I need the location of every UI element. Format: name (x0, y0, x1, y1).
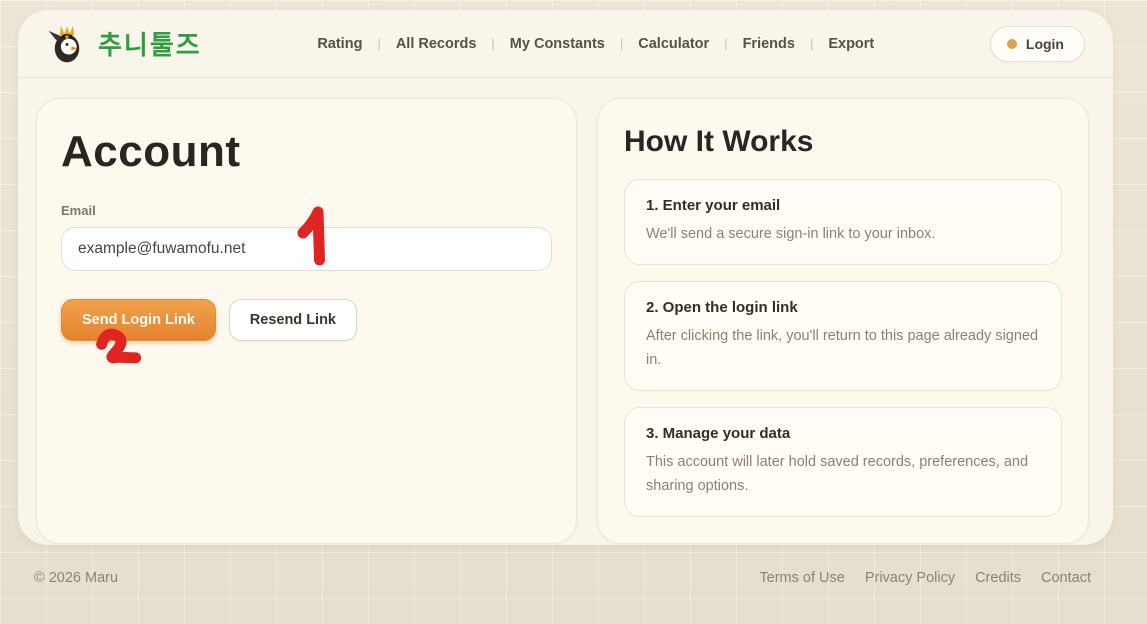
copyright-text: © 2026 Maru (34, 570, 118, 586)
nav-item-my-constants[interactable]: My Constants (510, 36, 605, 52)
nav-item-export[interactable]: Export (828, 36, 874, 52)
nav-separator: | (605, 36, 638, 51)
step-description: We'll send a secure sign-in link to your… (646, 223, 1040, 247)
step-description: After clicking the link, you'll return t… (646, 325, 1040, 373)
footer-link-privacy[interactable]: Privacy Policy (865, 570, 955, 586)
penguin-crown-logo-icon (46, 23, 88, 65)
footer-links: Terms of Use Privacy Policy Credits Cont… (759, 570, 1091, 586)
brand-name: 추니툴즈 (98, 25, 202, 62)
resend-link-button[interactable]: Resend Link (229, 299, 357, 341)
step-description: This account will later hold saved recor… (646, 451, 1040, 499)
status-dot-icon (1007, 39, 1017, 49)
footer-link-contact[interactable]: Contact (1041, 570, 1091, 586)
step-box-3: 3. Manage your data This account will la… (624, 407, 1062, 517)
step-title: 2. Open the login link (646, 299, 1040, 316)
main-panel: 추니툴즈 Rating | All Records | My Constants… (18, 10, 1113, 545)
nav-item-friends[interactable]: Friends (743, 36, 795, 52)
footer-link-terms[interactable]: Terms of Use (759, 570, 844, 586)
nav-separator: | (709, 36, 742, 51)
how-it-works-card: How It Works 1. Enter your email We'll s… (597, 98, 1089, 544)
login-button[interactable]: Login (990, 26, 1085, 62)
account-actions: Send Login Link Resend Link (61, 299, 552, 341)
email-label: Email (61, 203, 552, 218)
step-title: 3. Manage your data (646, 425, 1040, 442)
nav-separator: | (795, 36, 828, 51)
main-nav: Rating | All Records | My Constants | Ca… (202, 36, 990, 52)
header: 추니툴즈 Rating | All Records | My Constants… (18, 10, 1113, 78)
email-input[interactable] (61, 227, 552, 271)
nav-separator: | (362, 36, 395, 51)
step-box-2: 2. Open the login link After clicking th… (624, 281, 1062, 391)
footer: © 2026 Maru Terms of Use Privacy Policy … (34, 570, 1091, 586)
how-it-works-title: How It Works (624, 125, 1062, 159)
nav-item-all-records[interactable]: All Records (396, 36, 477, 52)
send-login-link-button[interactable]: Send Login Link (61, 299, 216, 341)
account-title: Account (61, 127, 552, 177)
content-area: Account Email Send Login Link Resend Lin… (18, 78, 1113, 568)
footer-link-credits[interactable]: Credits (975, 570, 1021, 586)
step-box-1: 1. Enter your email We'll send a secure … (624, 179, 1062, 265)
nav-item-rating[interactable]: Rating (317, 36, 362, 52)
brand-logo-home-link[interactable]: 추니툴즈 (46, 23, 202, 65)
account-card: Account Email Send Login Link Resend Lin… (36, 98, 577, 544)
nav-item-calculator[interactable]: Calculator (638, 36, 709, 52)
nav-separator: | (476, 36, 509, 51)
step-title: 1. Enter your email (646, 197, 1040, 214)
login-button-label: Login (1026, 36, 1064, 52)
